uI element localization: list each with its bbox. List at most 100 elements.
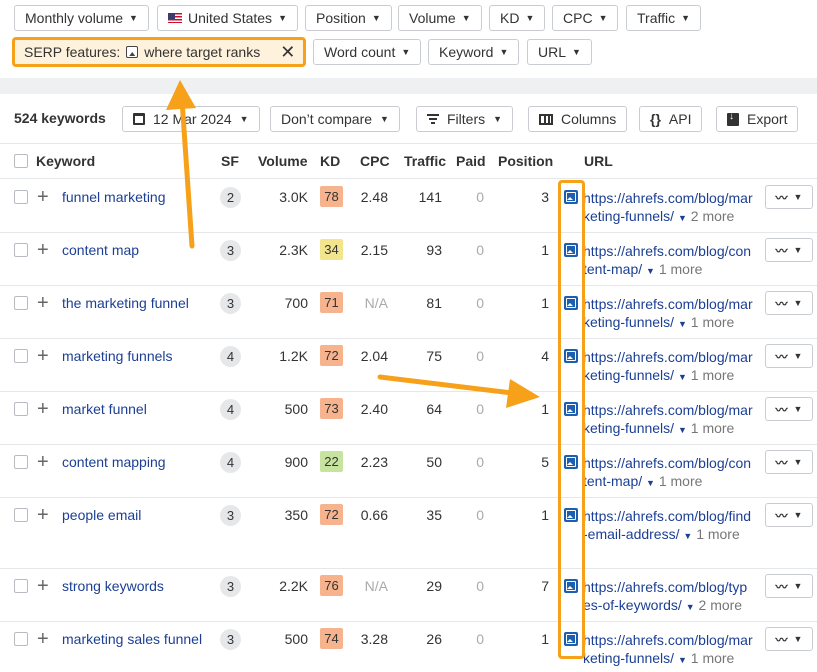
select-all-checkbox[interactable] (14, 154, 28, 168)
image-pack-icon (126, 46, 139, 58)
cpc-filter[interactable]: CPC ▼ (552, 5, 619, 31)
volume-value: 700 (284, 295, 308, 311)
column-volume[interactable]: Volume (258, 153, 308, 169)
cpc-value: N/A (364, 578, 388, 594)
row-checkbox[interactable] (14, 508, 28, 522)
volume-filter[interactable]: Volume ▼ (398, 5, 482, 31)
add-icon[interactable]: + (37, 505, 49, 525)
chevron-down-icon[interactable]: ▼ (686, 602, 695, 612)
keyword-link[interactable]: marketing sales funnel (62, 631, 202, 647)
column-sf[interactable]: SF (221, 153, 239, 169)
position-label: Position (316, 10, 366, 26)
traffic-value: 93 (426, 242, 442, 258)
kd-badge: 22 (320, 451, 343, 472)
add-icon[interactable]: + (37, 293, 49, 313)
add-icon[interactable]: + (37, 240, 49, 260)
chevron-down-icon[interactable]: ▼ (678, 425, 687, 435)
url-filter[interactable]: URL ▼ (527, 39, 592, 65)
column-traffic[interactable]: Traffic (404, 153, 446, 169)
trend-button[interactable]: 〰 ▼ (765, 344, 813, 368)
keyword-link[interactable]: the marketing funnel (62, 295, 189, 311)
columns-icon (539, 113, 553, 125)
country-dropdown[interactable]: United States ▼ (157, 5, 298, 31)
more-urls[interactable]: 1 more (691, 650, 735, 666)
add-icon[interactable]: + (37, 629, 49, 649)
column-keyword[interactable]: Keyword (36, 153, 95, 169)
more-urls[interactable]: 2 more (691, 208, 735, 224)
more-urls[interactable]: 2 more (699, 597, 743, 613)
chevron-down-icon[interactable]: ▼ (646, 478, 655, 488)
traffic-value: 50 (426, 454, 442, 470)
chevron-down-icon[interactable]: ▼ (678, 372, 687, 382)
export-button[interactable]: Export (716, 106, 799, 132)
more-urls[interactable]: 1 more (696, 526, 740, 542)
sf-badge: 4 (220, 346, 241, 367)
trend-button[interactable]: 〰 ▼ (765, 450, 813, 474)
keyword-link[interactable]: marketing funnels (62, 348, 173, 364)
keyword-filter[interactable]: Keyword ▼ (428, 39, 520, 65)
chevron-down-icon[interactable]: ▼ (678, 655, 687, 665)
more-urls[interactable]: 1 more (691, 420, 735, 436)
position-filter[interactable]: Position ▼ (305, 5, 392, 31)
chevron-down-icon: ▼ (371, 13, 381, 23)
word-count-filter[interactable]: Word count ▼ (313, 39, 422, 65)
keyword-link[interactable]: content mapping (62, 454, 166, 470)
column-kd[interactable]: KD (320, 153, 340, 169)
trend-button[interactable]: 〰 ▼ (765, 397, 813, 421)
columns-button[interactable]: Columns (528, 106, 628, 132)
keyword-link[interactable]: strong keywords (62, 578, 164, 594)
keyword-link[interactable]: funnel marketing (62, 189, 166, 205)
trend-button[interactable]: 〰 ▼ (765, 503, 813, 527)
trend-button[interactable]: 〰 ▼ (765, 291, 813, 315)
keyword-link[interactable]: content map (62, 242, 139, 258)
traffic-value: 81 (426, 295, 442, 311)
chevron-down-icon[interactable]: ▼ (683, 531, 692, 541)
column-paid[interactable]: Paid (456, 153, 486, 169)
chevron-down-icon[interactable]: ▼ (678, 213, 687, 223)
compare-dropdown[interactable]: Don’t compare ▼ (270, 106, 400, 132)
kd-filter[interactable]: KD ▼ (489, 5, 546, 31)
row-checkbox[interactable] (14, 579, 28, 593)
trend-button[interactable]: 〰 ▼ (765, 185, 813, 209)
row-checkbox[interactable] (14, 190, 28, 204)
keyword-link[interactable]: people email (62, 507, 141, 523)
more-urls[interactable]: 1 more (691, 314, 735, 330)
close-icon[interactable]: ✕ (280, 43, 295, 61)
column-url[interactable]: URL (584, 153, 613, 169)
more-urls[interactable]: 1 more (691, 367, 735, 383)
add-icon[interactable]: + (37, 452, 49, 472)
api-button[interactable]: {} API (639, 106, 703, 132)
kd-badge: 72 (320, 504, 343, 525)
columns-label: Columns (561, 111, 617, 127)
url-cell: https://ahrefs.com/blog/types-of-keyword… (583, 578, 753, 616)
row-checkbox[interactable] (14, 632, 28, 646)
keyword-link[interactable]: market funnel (62, 401, 147, 417)
add-icon[interactable]: + (37, 187, 49, 207)
traffic-value: 75 (426, 348, 442, 364)
serp-features-filter[interactable]: SERP features: where target ranks ✕ (12, 37, 307, 67)
add-icon[interactable]: + (37, 576, 49, 596)
table-row: + funnel marketing 2 3.0K 78 2.48 141 0 … (0, 180, 817, 233)
date-picker[interactable]: 12 Mar 2024 ▼ (122, 106, 260, 132)
trend-button[interactable]: 〰 ▼ (765, 574, 813, 598)
add-icon[interactable]: + (37, 399, 49, 419)
more-urls[interactable]: 1 more (659, 473, 703, 489)
row-checkbox[interactable] (14, 455, 28, 469)
chevron-down-icon[interactable]: ▼ (678, 319, 687, 329)
trend-button[interactable]: 〰 ▼ (765, 627, 813, 651)
volume-value: 1.2K (279, 348, 308, 364)
column-cpc[interactable]: CPC (360, 153, 390, 169)
chevron-down-icon[interactable]: ▼ (646, 266, 655, 276)
filters-button[interactable]: Filters ▼ (416, 106, 514, 132)
row-checkbox[interactable] (14, 402, 28, 416)
traffic-filter[interactable]: Traffic ▼ (626, 5, 702, 31)
row-checkbox[interactable] (14, 243, 28, 257)
row-checkbox[interactable] (14, 349, 28, 363)
add-icon[interactable]: + (37, 346, 49, 366)
more-urls[interactable]: 1 more (659, 261, 703, 277)
trend-button[interactable]: 〰 ▼ (765, 238, 813, 262)
chevron-down-icon: ▼ (380, 114, 389, 124)
monthly-volume-dropdown[interactable]: Monthly volume ▼ (14, 5, 149, 31)
column-position[interactable]: Position (498, 153, 553, 169)
row-checkbox[interactable] (14, 296, 28, 310)
